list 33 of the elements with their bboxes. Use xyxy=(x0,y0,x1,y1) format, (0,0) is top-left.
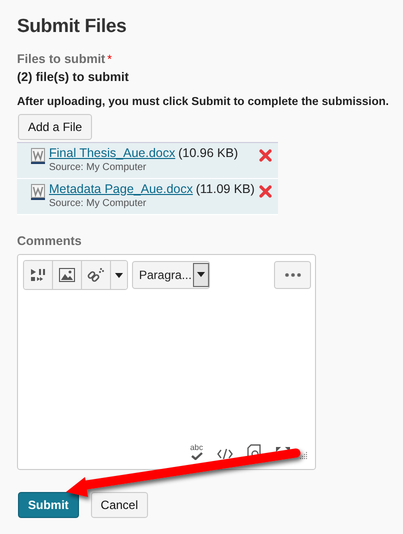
submit-button[interactable]: Submit xyxy=(18,492,79,518)
media-button[interactable] xyxy=(24,261,53,289)
file-source: Source: My Computer xyxy=(49,198,148,209)
file-size: (10.96 KB) xyxy=(178,146,238,160)
field-label: Files to submit xyxy=(17,52,106,66)
cancel-button[interactable]: Cancel xyxy=(90,492,148,518)
document-icon xyxy=(31,184,45,200)
image-button[interactable] xyxy=(53,261,82,289)
file-source: Source: My Computer xyxy=(49,162,148,173)
document-icon xyxy=(31,148,45,164)
file-count: (2) file(s) to submit xyxy=(17,70,130,84)
field-label: Comments xyxy=(17,234,83,248)
format-dropdown[interactable]: Paragra... xyxy=(132,261,210,289)
file-link[interactable]: Metadata Page_Aue.docx xyxy=(49,182,193,196)
ellipsis-icon xyxy=(284,273,300,277)
media-icon xyxy=(30,268,46,282)
page-title: Submit Files xyxy=(17,16,128,38)
more-insert-button[interactable] xyxy=(111,261,127,289)
remove-icon[interactable] xyxy=(259,185,272,198)
file-link[interactable]: Final Thesis_Aue.docx xyxy=(49,146,176,160)
image-icon xyxy=(59,268,75,282)
more-options-button[interactable] xyxy=(274,261,311,289)
link-icon xyxy=(87,267,105,283)
comment-editor[interactable]: Paragra... abc xyxy=(17,254,316,470)
required-mark: * xyxy=(107,52,112,66)
remove-icon[interactable] xyxy=(259,149,272,162)
instruction-text: After uploading, you must click Submit to complete the submission. xyxy=(17,96,389,108)
code-icon[interactable] xyxy=(217,448,233,460)
caret-icon xyxy=(192,263,209,287)
caret-icon xyxy=(115,272,123,278)
add-file-button[interactable]: Add a File xyxy=(18,114,92,140)
file-size: (11.09 KB) xyxy=(196,182,255,196)
link-button[interactable] xyxy=(82,261,111,289)
